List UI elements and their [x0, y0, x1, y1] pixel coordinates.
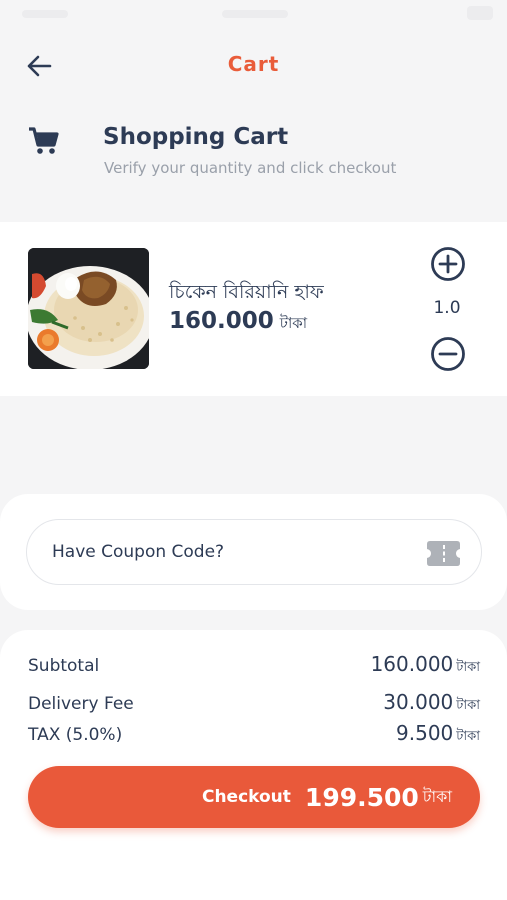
item-price-value: 160.000 — [169, 308, 274, 334]
item-name: চিকেন বিরিয়ানি হাফ — [169, 281, 324, 303]
delivery-fee-label: Delivery Fee — [28, 694, 134, 714]
battery-icon — [467, 6, 493, 20]
status-notch — [222, 10, 288, 18]
coupon-code-field[interactable]: Have Coupon Code? — [26, 519, 482, 585]
subtotal-label: Subtotal — [28, 656, 100, 676]
delivery-fee-row: Delivery Fee 30.000 টাকা — [28, 690, 480, 716]
subtotal-row: Subtotal 160.000 টাকা — [28, 652, 480, 678]
coupon-card: Have Coupon Code? — [0, 494, 507, 610]
checkout-currency: টাকা — [422, 786, 452, 806]
app-bar: Cart — [0, 36, 507, 96]
coupon-ticket-icon — [427, 541, 460, 566]
checkout-label: Checkout — [201, 787, 291, 807]
shopping-cart-icon — [29, 127, 59, 154]
quantity-value: 1.0 — [433, 298, 461, 318]
item-price: 160.000 টাকা — [169, 308, 307, 337]
item-price-currency: টাকা — [279, 314, 308, 332]
delivery-fee-amount: 30.000 টাকা — [383, 690, 480, 717]
coupon-label: Have Coupon Code? — [52, 542, 225, 562]
section-subtitle: Verify your quantity and click checkout — [104, 159, 397, 177]
delivery-fee-currency: টাকা — [456, 698, 480, 713]
increase-quantity-button[interactable] — [430, 246, 466, 282]
checkout-total: 199.500 — [304, 782, 419, 812]
delivery-fee-value: 30.000 — [383, 690, 454, 714]
tax-row: TAX (5.0%) 9.500 টাকা — [28, 721, 480, 747]
tax-amount: 9.500 টাকা — [396, 721, 480, 748]
subtotal-currency: টাকা — [456, 660, 480, 675]
order-summary: Subtotal 160.000 টাকা Delivery Fee 30.00… — [0, 630, 507, 900]
subtotal-amount: 160.000 টাকা — [371, 652, 480, 679]
tax-label: TAX (5.0%) — [28, 725, 123, 745]
cart-item: চিকেন বিরিয়ানি হাফ 160.000 টাকা 1.0 — [0, 222, 507, 396]
status-time — [22, 10, 68, 18]
tax-currency: টাকা — [456, 729, 480, 744]
cart-header: Shopping Cart Verify your quantity and c… — [0, 112, 507, 202]
subtotal-value: 160.000 — [370, 652, 454, 676]
decrease-quantity-button[interactable] — [430, 336, 466, 372]
tax-value: 9.500 — [396, 721, 454, 745]
section-heading: Shopping Cart — [103, 124, 289, 150]
food-image — [28, 248, 149, 369]
status-bar — [0, 0, 507, 28]
checkout-button[interactable]: Checkout 199.500 টাকা — [28, 766, 480, 828]
page-title: Cart — [227, 52, 280, 76]
